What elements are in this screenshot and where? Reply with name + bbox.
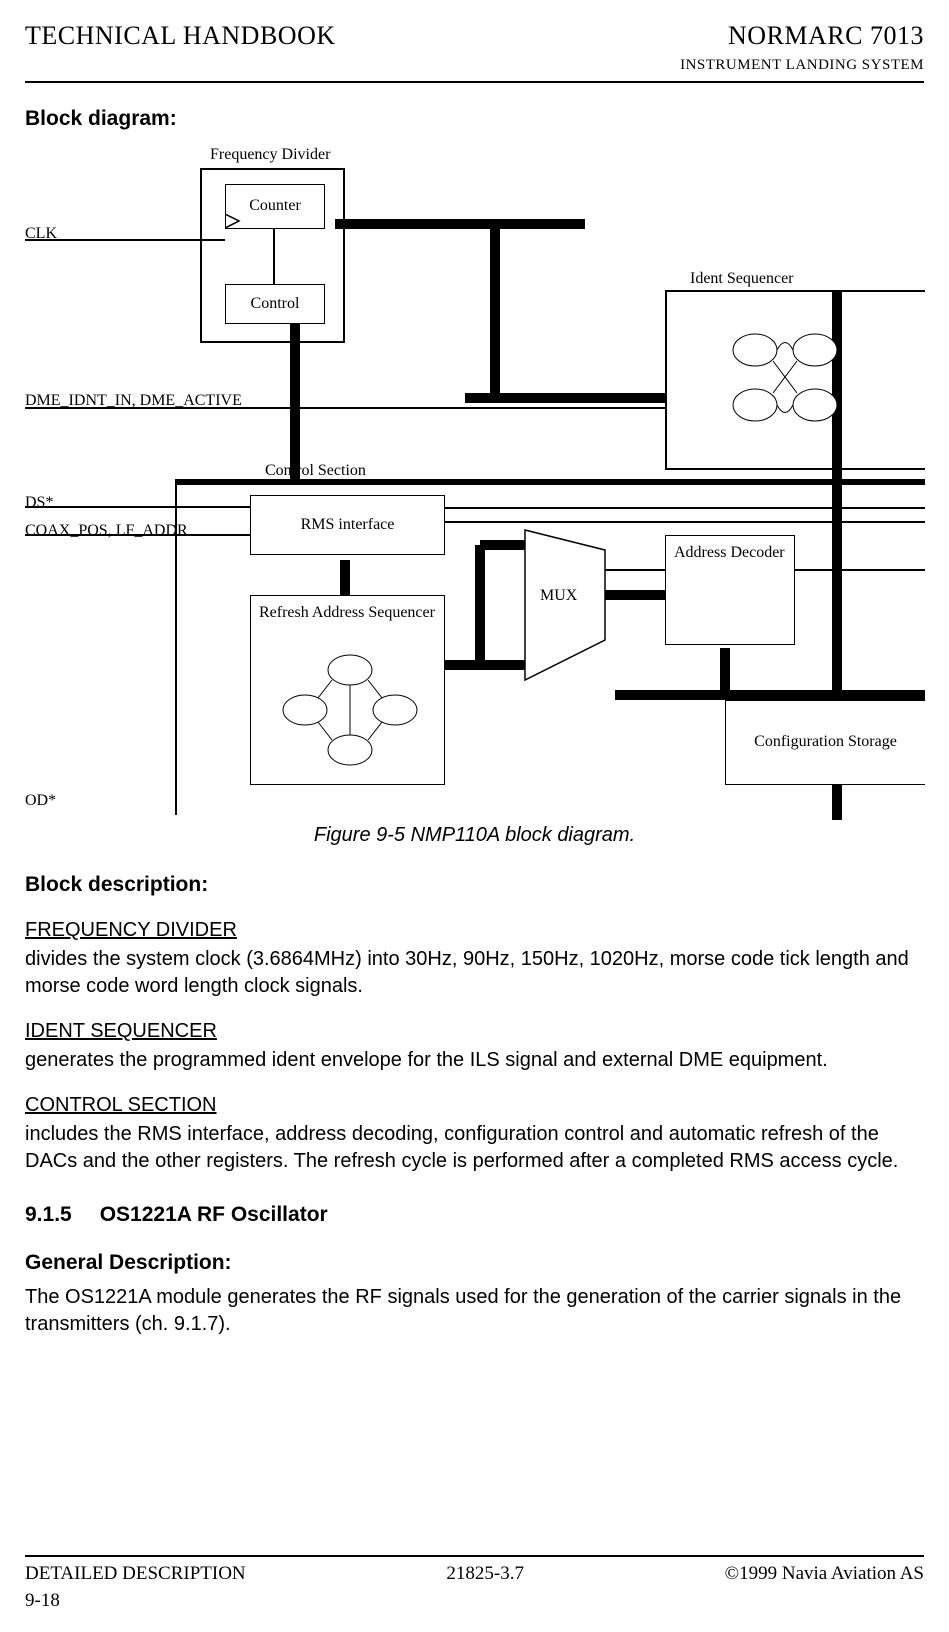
section-title-text: OS1221A RF Oscillator	[100, 1201, 328, 1229]
footer-right: ©1999 Navia Aviation AS	[725, 1561, 924, 1587]
general-description-body: The OS1221A module generates the RF sign…	[25, 1284, 924, 1338]
label-coax: COAX_POS, LF_ADDR	[25, 520, 188, 542]
label-counter: Counter	[249, 195, 301, 217]
label-refresh-sequencer: Refresh Address Sequencer	[259, 604, 435, 621]
page-header: TECHNICAL HANDBOOK NORMARC 7013 INSTRUME…	[25, 18, 924, 75]
footer-left: DETAILED DESCRIPTION	[25, 1561, 246, 1587]
state-graph-icon	[705, 325, 865, 435]
page-footer: DETAILED DESCRIPTION 21825-3.7 ©1999 Nav…	[25, 1555, 924, 1614]
subhead-control-section: CONTROL SECTION	[25, 1092, 924, 1119]
figure-caption: Figure 9-5 NMP110A block diagram.	[25, 822, 924, 849]
header-product: NORMARC 7013	[680, 18, 924, 53]
label-control: Control	[251, 293, 300, 315]
block-diagram: Frequency Divider Counter Control CLK DM…	[25, 140, 925, 820]
label-od: OD*	[25, 790, 56, 812]
label-dme: DME_IDNT_IN, DME_ACTIVE	[25, 390, 242, 412]
label-frequency-divider: Frequency Divider	[210, 144, 330, 166]
document-page: TECHNICAL HANDBOOK NORMARC 7013 INSTRUME…	[0, 0, 949, 1632]
para-frequency-divider: divides the system clock (3.6864MHz) int…	[25, 946, 924, 1000]
para-ident-sequencer: generates the programmed ident envelope …	[25, 1047, 924, 1074]
state-graph-icon-2	[270, 650, 430, 770]
label-ds: DS*	[25, 492, 53, 514]
general-description-title: General Description:	[25, 1249, 924, 1277]
block-diagram-title: Block diagram:	[25, 105, 924, 133]
section-heading-9-1-5: 9.1.5 OS1221A RF Oscillator	[25, 1201, 924, 1229]
label-mux: MUX	[540, 585, 577, 607]
header-right: NORMARC 7013 INSTRUMENT LANDING SYSTEM	[680, 18, 924, 75]
footer-rule	[25, 1555, 924, 1557]
label-clk: CLK	[25, 223, 57, 245]
connector-counter-control	[272, 229, 276, 284]
box-address-decoder: Address Decoder	[665, 535, 795, 645]
clock-triangle-icon	[225, 214, 245, 230]
header-subtitle: INSTRUMENT LANDING SYSTEM	[680, 55, 924, 75]
header-left: TECHNICAL HANDBOOK	[25, 18, 336, 75]
block-description-title: Block description:	[25, 871, 924, 899]
para-control-section: includes the RMS interface, address deco…	[25, 1121, 924, 1175]
subhead-frequency-divider: FREQUENCY DIVIDER	[25, 917, 924, 944]
box-rms-interface: RMS interface	[250, 495, 445, 555]
subhead-ident-sequencer: IDENT SEQUENCER	[25, 1018, 924, 1045]
box-control: Control	[225, 284, 325, 324]
label-control-section: Control Section	[265, 460, 366, 482]
header-rule	[25, 81, 924, 83]
label-ident-sequencer: Ident Sequencer	[690, 268, 794, 290]
label-address-decoder: Address Decoder	[674, 544, 785, 561]
footer-page-number: 9-18	[25, 1588, 924, 1614]
label-configuration-storage: Configuration Storage	[754, 731, 897, 753]
section-number: 9.1.5	[25, 1201, 72, 1229]
label-rms: RMS interface	[301, 514, 395, 536]
footer-center: 21825-3.7	[446, 1561, 524, 1587]
box-configuration-storage: Configuration Storage	[725, 700, 925, 785]
